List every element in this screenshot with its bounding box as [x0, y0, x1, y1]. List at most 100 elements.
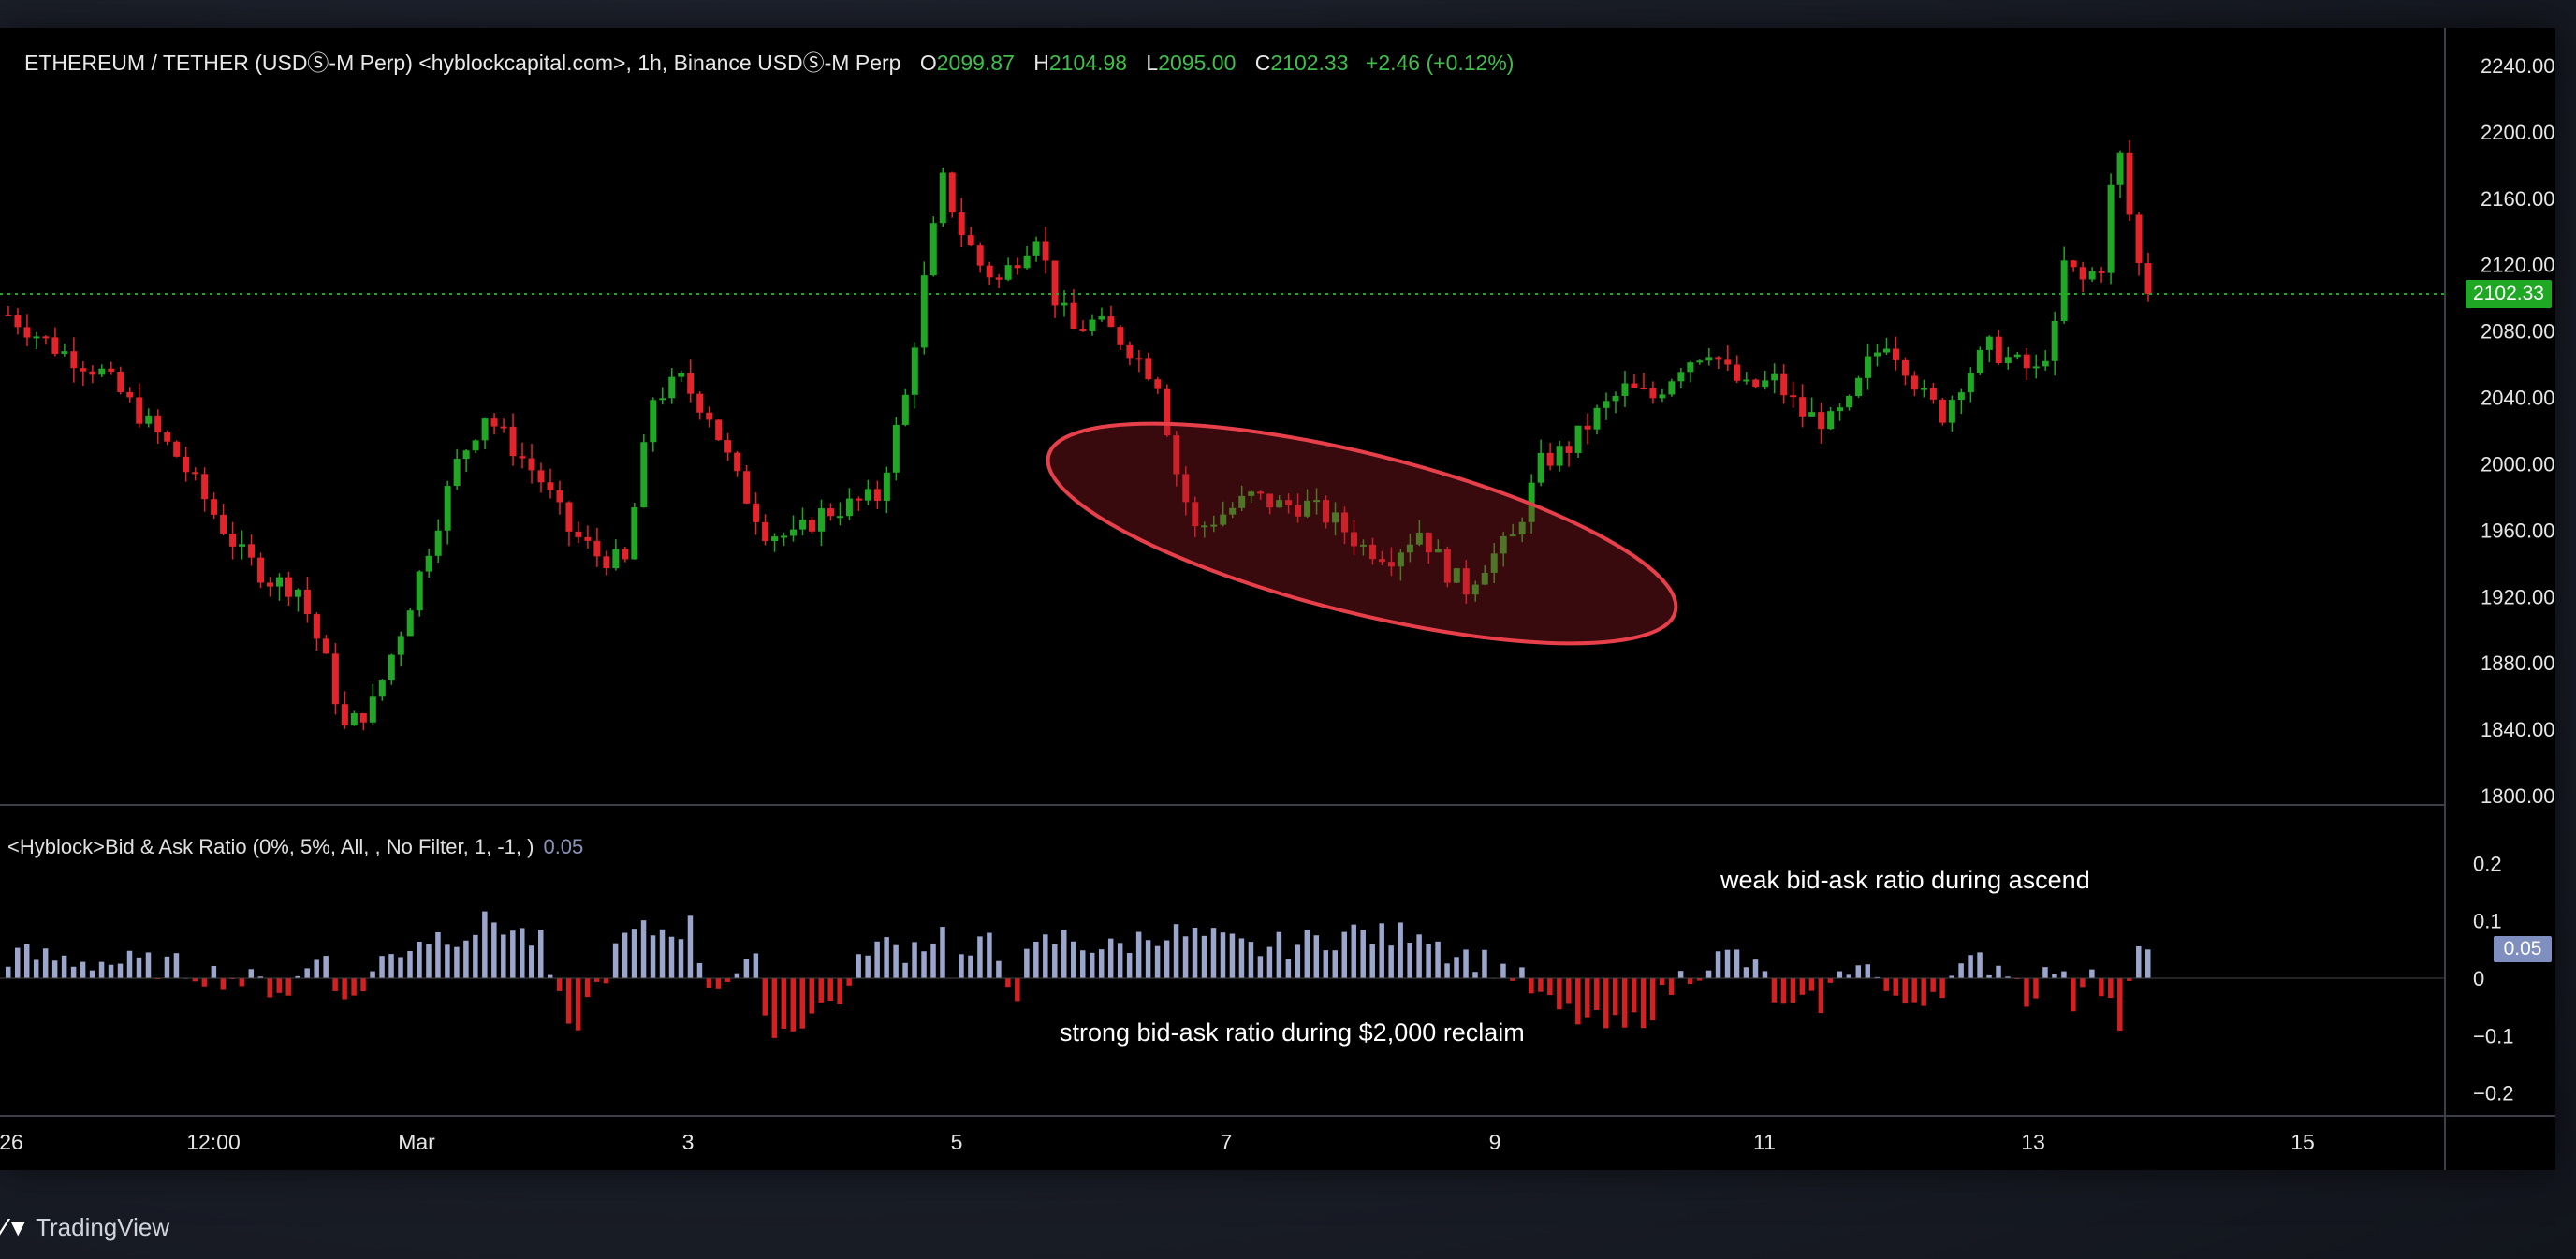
bid-bar — [902, 962, 908, 978]
bid-bar — [463, 940, 469, 978]
ask-bar — [715, 978, 722, 989]
candle-body — [117, 371, 124, 392]
bid-bar — [1154, 945, 1161, 978]
candle-body — [23, 327, 31, 338]
bid-bar — [314, 959, 319, 978]
bid-bar — [398, 957, 403, 978]
bid-bar — [612, 943, 619, 978]
ask-bar — [1557, 978, 1562, 1010]
bid-bar — [1061, 930, 1067, 978]
ask-bar — [220, 978, 227, 990]
candle-body — [183, 456, 190, 473]
indicator-tick-label: −0.1 — [2473, 1024, 2513, 1047]
candle-body — [2107, 184, 2115, 273]
candle-body — [1790, 395, 1797, 398]
chart-svg[interactable]: 2240.00 2200.00 2160.00 2120.00 2080.00 2040.… — [0, 28, 2555, 1170]
candle-body — [1593, 407, 1601, 430]
candle-body — [1985, 336, 1993, 350]
chart-frame: 2240.00 2200.00 2160.00 2120.00 2080.00 2040.… — [0, 28, 2555, 1170]
bid-bar — [1276, 931, 1282, 978]
bid-bar — [164, 956, 170, 978]
candle-body — [267, 582, 273, 587]
bid-bar — [1117, 943, 1123, 978]
candle-body — [1032, 241, 1040, 256]
candle-body — [173, 441, 181, 457]
bid-bar — [501, 934, 506, 978]
candle-body — [753, 503, 760, 522]
bid-bar — [930, 943, 936, 978]
candle-body — [164, 432, 171, 442]
candle-body — [1070, 302, 1077, 329]
ask-bar — [1939, 978, 1945, 999]
ask-bar — [593, 978, 600, 982]
ask-bar — [1659, 978, 1665, 986]
candle-body — [920, 275, 928, 348]
bid-bar — [1968, 955, 1973, 978]
candle-body — [2023, 354, 2030, 369]
bid-bar — [1855, 965, 1862, 978]
bid-bar — [1846, 974, 1852, 978]
candle-body — [762, 521, 769, 542]
bid-bar — [1043, 934, 1048, 978]
ask-bar — [1930, 978, 1936, 992]
ask-bar — [809, 978, 814, 1014]
price-tick-label: 2080.00 — [2481, 320, 2555, 344]
candle-body — [1724, 359, 1732, 365]
time-tick-label: 9 — [1489, 1130, 1501, 1154]
candle-body — [51, 337, 59, 354]
ask-bar — [2071, 978, 2076, 1012]
candle-body — [145, 415, 153, 424]
bid-bar — [1323, 950, 1329, 978]
bid-bar — [753, 953, 759, 978]
candle-body — [2070, 260, 2077, 268]
candle-body — [1677, 372, 1685, 382]
tradingview-logo-icon: ⁄▼ — [2, 1213, 31, 1241]
bid-bar — [2136, 945, 2142, 978]
bid-bar — [482, 911, 488, 978]
candle-body — [509, 426, 517, 457]
candle-body — [1098, 316, 1105, 320]
bid-bar — [1135, 931, 1142, 978]
indicator-value: 0.05 — [543, 835, 584, 858]
indicator-name: <Hyblock>Bid & Ask Ratio (0%, 5%, All, ,… — [7, 835, 534, 858]
price-tick-label: 2120.00 — [2481, 254, 2555, 277]
bid-bar — [42, 948, 49, 978]
candle-body — [650, 400, 657, 443]
ask-bar — [192, 978, 198, 982]
ask-bar — [603, 978, 609, 984]
bid-bar — [1071, 941, 1076, 978]
candle-body — [1004, 265, 1012, 280]
candle-body — [1837, 407, 1844, 412]
candle-body — [640, 442, 648, 508]
ask-bar — [1005, 978, 1011, 988]
ask-bar — [1827, 978, 1834, 983]
indicator-value-tag: 0.05 — [2494, 936, 2552, 963]
candle-body — [1705, 357, 1713, 361]
bid-bar — [1472, 972, 1478, 978]
bid-bar — [912, 942, 917, 978]
candle-body — [1603, 401, 1610, 408]
candle-body — [201, 474, 209, 500]
ask-bar — [762, 978, 768, 1016]
candle-body — [2135, 214, 2143, 264]
candle-body — [341, 704, 348, 726]
candle-body — [1855, 377, 1863, 397]
candle-body — [1967, 373, 1974, 393]
bid-bar — [1519, 967, 1525, 978]
candle-body — [1901, 359, 1909, 376]
candle-body — [547, 482, 554, 490]
ask-bar — [1547, 978, 1553, 996]
price-tick-label: 2000.00 — [2481, 452, 2555, 476]
candle-body — [1771, 373, 1778, 381]
bid-bar — [1500, 963, 1506, 978]
ask-bar — [1790, 978, 1796, 1003]
ask-bar — [706, 978, 712, 988]
tradingview-brand[interactable]: ⁄▼ TradingView — [2, 1213, 169, 1242]
bid-bar — [940, 927, 945, 978]
bid-bar — [14, 947, 21, 978]
bid-bar — [1865, 964, 1871, 978]
candle-body — [715, 419, 723, 441]
bid-bar — [520, 928, 525, 978]
candle-body — [528, 458, 535, 471]
ask-bar — [267, 978, 272, 998]
